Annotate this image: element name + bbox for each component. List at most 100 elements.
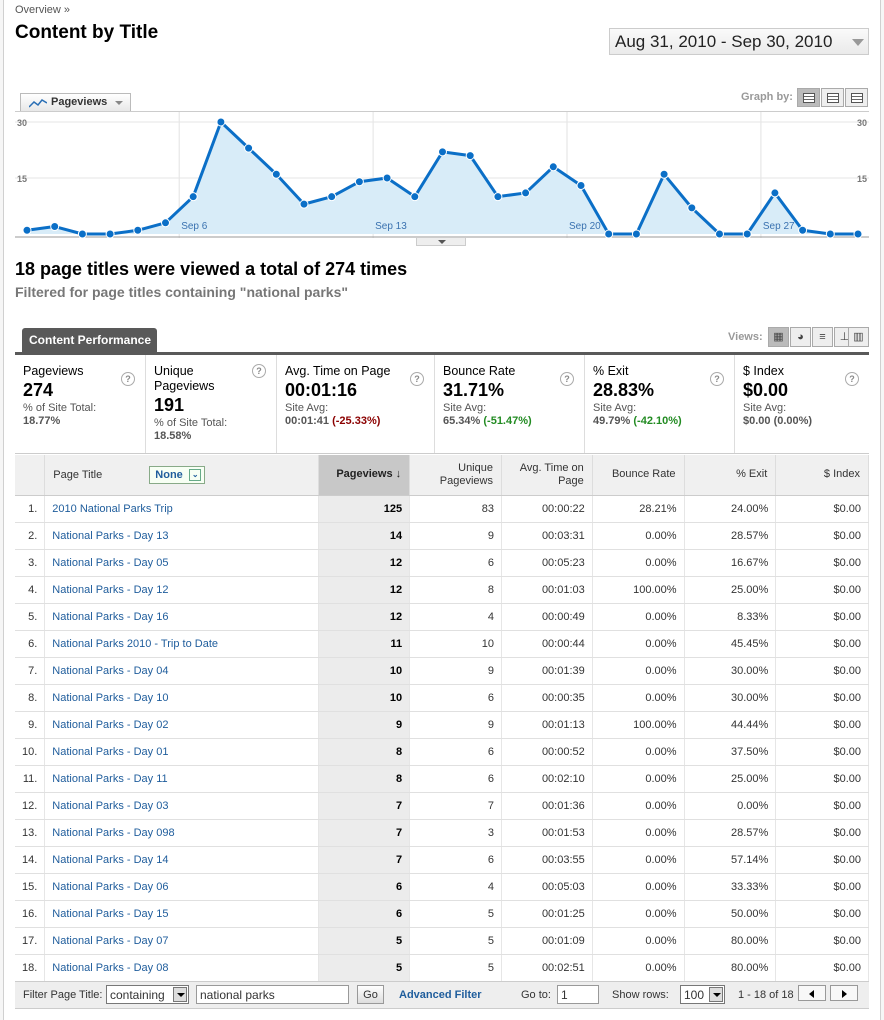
page-title-link[interactable]: National Parks - Day 14 xyxy=(44,846,320,874)
show-rows-select[interactable]: 100 xyxy=(680,985,725,1004)
view-performance-button[interactable]: ≡ xyxy=(812,327,833,347)
filter-mode-select[interactable]: containing xyxy=(106,985,189,1004)
data-point xyxy=(188,192,198,202)
data-point xyxy=(742,229,752,238)
breadcrumb[interactable]: Overview » xyxy=(15,4,70,16)
exit-cell: 16.67% xyxy=(684,549,777,577)
page-title-link[interactable]: National Parks - Day 08 xyxy=(44,954,320,982)
help-icon[interactable]: ? xyxy=(410,372,424,386)
bounce-rate-cell: 0.00% xyxy=(592,819,685,847)
index-header[interactable]: $ Index xyxy=(775,455,869,496)
page-title-link[interactable]: National Parks - Day 07 xyxy=(44,927,320,955)
unique-pageviews-cell: 6 xyxy=(409,846,502,874)
bounce-rate-cell: 0.00% xyxy=(592,765,685,793)
scorecard-sub: Site Avg: xyxy=(743,402,787,414)
avg-time-cell: 00:00:44 xyxy=(501,630,593,658)
exit-cell: 45.45% xyxy=(684,630,777,658)
page-title-link[interactable]: National Parks - Day 15 xyxy=(44,900,320,928)
content-table: Page Title None ⌄ Pageviews ↓ Unique Page… xyxy=(15,455,869,982)
page-title-link[interactable]: National Parks - Day 02 xyxy=(44,711,320,739)
bounce-rate-cell: 0.00% xyxy=(592,792,685,820)
table-row: 11. National Parks - Day 11 8 6 00:02:10 0.00… xyxy=(15,765,869,793)
filter-go-button[interactable]: Go xyxy=(357,985,384,1004)
page-title-link[interactable]: National Parks - Day 11 xyxy=(44,765,320,793)
help-icon[interactable]: ? xyxy=(710,372,724,386)
graph-by-week-button[interactable] xyxy=(821,88,844,107)
data-point xyxy=(576,180,586,190)
scorecard-subvalue: 18.77% xyxy=(23,415,61,427)
exit-header[interactable]: % Exit xyxy=(684,455,777,496)
page-title-link[interactable]: National Parks - Day 01 xyxy=(44,738,320,766)
view-table-button[interactable]: ▦ xyxy=(768,327,789,347)
index-cell: $0.00 xyxy=(775,792,869,820)
unique-pageviews-cell: 3 xyxy=(409,819,502,847)
page-title-link[interactable]: National Parks - Day 13 xyxy=(44,522,320,550)
day-icon xyxy=(803,93,815,103)
data-point xyxy=(161,218,170,228)
previous-page-button[interactable] xyxy=(798,985,826,1001)
pageviews-cell: 125 xyxy=(318,495,411,523)
date-range-label: Aug 31, 2010 - Sep 30, 2010 xyxy=(615,32,833,51)
view-pie-button[interactable]: ◕ xyxy=(790,327,811,347)
page-title-link[interactable]: National Parks - Day 098 xyxy=(44,819,320,847)
page-title-link[interactable]: National Parks - Day 06 xyxy=(44,873,320,901)
scorecard-delta: (-25.33%) xyxy=(332,415,381,427)
unique-pageviews-header[interactable]: Unique Pageviews xyxy=(409,455,502,496)
week-icon xyxy=(827,93,839,103)
exit-cell: 0.00% xyxy=(684,792,777,820)
help-icon[interactable]: ? xyxy=(121,372,135,386)
exit-cell: 44.44% xyxy=(684,711,777,739)
page-title-link[interactable]: National Parks - Day 05 xyxy=(44,549,320,577)
next-page-button[interactable] xyxy=(830,985,858,1001)
table-row: 1. 2010 National Parks Trip 125 83 00:00:22 2… xyxy=(15,495,869,523)
pageviews-cell: 12 xyxy=(318,576,411,604)
scorecard-row: Pageviews 274 % of Site Total: 18.77% ? … xyxy=(15,355,869,454)
page-title-link[interactable]: 2010 National Parks Trip xyxy=(44,495,320,523)
exit-header-label: % Exit xyxy=(736,468,768,481)
page-title-link[interactable]: National Parks - Day 03 xyxy=(44,792,320,820)
page-title-link[interactable]: National Parks 2010 - Trip to Date xyxy=(44,630,320,658)
x-tick-label: Sep 20 xyxy=(569,221,601,232)
goto-input[interactable]: 1 xyxy=(557,985,599,1004)
x-tick-label: Sep 13 xyxy=(375,221,407,232)
avg-time-header[interactable]: Avg. Time on Page xyxy=(501,455,593,496)
unique-pageviews-cell: 6 xyxy=(409,684,502,712)
avg-time-cell: 00:05:03 xyxy=(501,873,593,901)
tab-content-performance[interactable]: Content Performance xyxy=(22,328,157,352)
show-rows-label: Show rows: xyxy=(612,989,669,1001)
secondary-dimension-select[interactable]: None ⌄ xyxy=(149,465,206,484)
graph-by-month-button[interactable] xyxy=(845,88,868,107)
row-number: 1. xyxy=(15,495,46,523)
graph-by-day-button[interactable] xyxy=(797,88,820,107)
pageviews-header[interactable]: Pageviews ↓ xyxy=(318,455,411,496)
pageviews-cell: 14 xyxy=(318,522,411,550)
page-title-link[interactable]: National Parks - Day 10 xyxy=(44,684,320,712)
exit-cell: 80.00% xyxy=(684,927,777,955)
index-cell: $0.00 xyxy=(775,765,869,793)
pageviews-chart[interactable]: 30 30 15 15 Sep 6 Sep 13 Sep 20 Sep 27 xyxy=(15,111,869,238)
unique-pageviews-cell: 10 xyxy=(409,630,502,658)
exit-cell: 25.00% xyxy=(684,576,777,604)
view-pivot-button[interactable]: ▥ xyxy=(848,327,869,347)
help-icon[interactable]: ? xyxy=(845,372,859,386)
chart-toggle-handle[interactable] xyxy=(416,237,466,246)
table-body: 1. 2010 National Parks Trip 125 83 00:00:22 2… xyxy=(15,495,869,982)
scorecard-unique-pageviews: Unique Pageviews 191 % of Site Total: 18… xyxy=(146,355,277,453)
unique-pageviews-cell: 9 xyxy=(409,657,502,685)
data-point xyxy=(493,192,503,202)
row-number: 6. xyxy=(15,630,46,658)
page-title-link[interactable]: National Parks - Day 12 xyxy=(44,576,320,604)
page-title-link[interactable]: National Parks - Day 16 xyxy=(44,603,320,631)
advanced-filter-link[interactable]: Advanced Filter xyxy=(399,989,482,1001)
unique-pageviews-cell: 9 xyxy=(409,522,502,550)
help-icon[interactable]: ? xyxy=(252,364,266,378)
date-range-picker[interactable]: Aug 31, 2010 - Sep 30, 2010 xyxy=(609,28,869,55)
bounce-rate-header[interactable]: Bounce Rate xyxy=(592,455,685,496)
page-title-link[interactable]: National Parks - Day 04 xyxy=(44,657,320,685)
graph-metric-select[interactable]: Pageviews xyxy=(20,93,131,111)
row-number: 14. xyxy=(15,846,46,874)
chevron-down-icon xyxy=(709,987,723,1002)
filter-input[interactable]: national parks xyxy=(196,985,349,1004)
help-icon[interactable]: ? xyxy=(560,372,574,386)
table-row: 13. National Parks - Day 098 7 3 00:01:53 0.0… xyxy=(15,819,869,847)
